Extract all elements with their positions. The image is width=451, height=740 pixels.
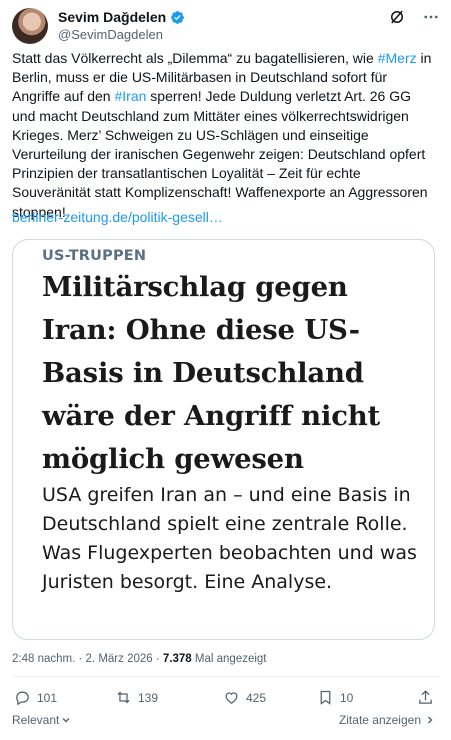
tweet-text: Statt das Völkerrecht als „Dilemma“ zu b… [12, 49, 437, 222]
like-button[interactable]: 425 [223, 689, 266, 706]
tweet-time[interactable]: 2:48 nachm. [12, 653, 75, 665]
tweet-text-segment: Statt das Völkerrecht als „Dilemma“ zu b… [12, 50, 378, 66]
chevron-down-icon [62, 718, 70, 723]
author-name-row: Sevim Dağdelen [58, 9, 185, 25]
grok-icon[interactable] [388, 8, 406, 26]
sort-dropdown[interactable]: Relevant [12, 713, 71, 727]
article-link[interactable]: berliner-zeitung.de/politik-gesell… [12, 209, 223, 225]
divider [12, 676, 439, 677]
like-count: 425 [246, 690, 267, 705]
sort-label: Relevant [12, 713, 60, 727]
card-subline: USA greifen Iran an – und eine Basis in … [42, 484, 417, 593]
reply-count: 101 [37, 690, 58, 705]
bookmark-icon [320, 690, 331, 705]
repost-count: 139 [138, 690, 159, 705]
author-handle[interactable]: @SevimDagdelen [58, 27, 163, 42]
share-button[interactable] [417, 689, 434, 706]
hashtag-merz[interactable]: #Merz [378, 50, 417, 66]
bookmark-count: 10 [340, 690, 354, 705]
card-kicker: US-TRUPPEN [42, 248, 147, 264]
verified-badge-icon [171, 10, 185, 24]
meta-separator: · [78, 653, 83, 665]
view-count: 7.378 [162, 653, 192, 665]
quotes-link[interactable]: Zitate anzeigen [339, 713, 435, 727]
repost-icon [117, 691, 130, 704]
tweet-header: Sevim Dağdelen @SevimDagdelen [12, 8, 440, 44]
heart-icon [225, 692, 238, 704]
avatar[interactable] [12, 8, 48, 44]
tweet-date[interactable]: 2. März 2026 [86, 653, 153, 665]
meta-separator: · [155, 653, 160, 665]
tweet-meta: 2:48 nachm. · 2. März 2026 · 7.378 Mal a… [12, 653, 267, 665]
header-actions [388, 8, 440, 26]
hashtag-iran[interactable]: #Iran [114, 88, 146, 104]
article-card[interactable]: US-TRUPPEN Militärschlag gegen Iran: Ohn… [12, 239, 435, 640]
reply-button[interactable]: 101 [14, 689, 57, 706]
card-headline: Militärschlag gegen Iran: Ohne diese US-… [42, 271, 381, 475]
bookmark-button[interactable]: 10 [317, 689, 353, 706]
chevron-right-icon [428, 716, 433, 724]
quotes-label: Zitate anzeigen [338, 713, 421, 727]
repost-button[interactable]: 139 [115, 689, 158, 706]
action-bar: 101 139 425 10 [12, 689, 436, 709]
author-name[interactable]: Sevim Dağdelen [58, 9, 166, 25]
share-icon [419, 690, 432, 704]
more-icon[interactable] [422, 8, 440, 26]
tweet-footer: Relevant Zitate anzeigen [12, 713, 435, 729]
tweet-text-segment: sperren! Jede Duldung verletzt Art. 26 G… [12, 88, 428, 220]
view-label: Mal angezeigt [194, 653, 267, 665]
reply-icon [16, 691, 29, 706]
